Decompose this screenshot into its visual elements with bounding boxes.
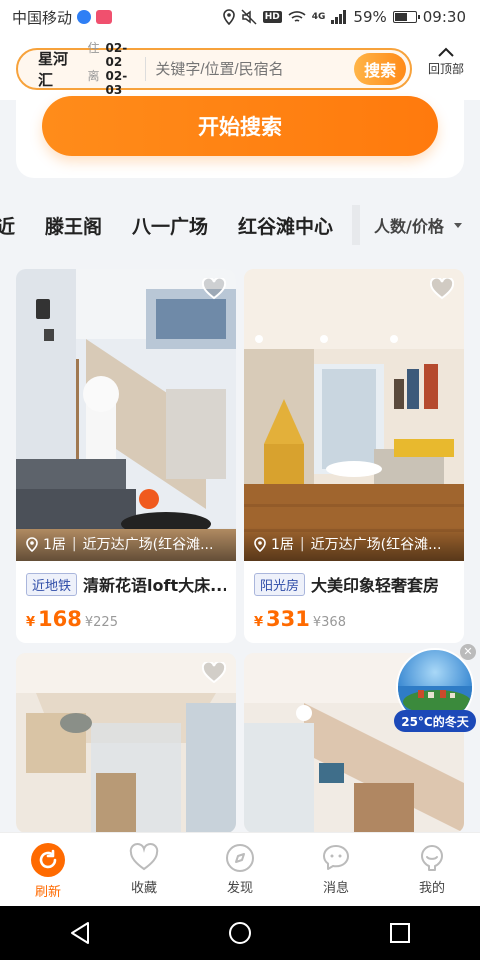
listing-location: 1居 | 近万达广场(红谷滩... [244,527,464,561]
guests-price-filter[interactable]: 人数/价格 [374,213,462,237]
room-count: 1居 [271,537,294,553]
compass-icon [226,844,254,872]
search-bar: 星河汇 住 02-02 离 02-03 搜索 [16,41,412,97]
back-icon[interactable] [69,921,91,945]
search-header: 星河汇 住 02-02 离 02-03 搜索 回顶部 [0,34,480,100]
currency-symbol: ¥ [254,615,264,630]
original-price: ¥368 [312,615,346,630]
nav-profile[interactable]: 我的 [384,833,480,906]
signal-icon [331,10,347,24]
location-icon [222,9,235,25]
listing-card[interactable] [16,653,236,833]
listing-info: 阳光房 大美印象轻奢套房 ¥ 331 ¥368 [244,561,464,643]
favorite-heart-icon[interactable] [430,278,454,300]
promo-label: 25°C的冬天 [394,710,476,732]
divider [144,57,146,81]
network-type: 4G [311,12,326,22]
original-price: ¥225 [84,615,118,630]
bottom-nav: 刷新 收藏 发现 消息 我的 [0,832,480,906]
filter-label: 人数/价格 [374,217,444,236]
recent-apps-icon[interactable] [389,922,411,944]
listing-card[interactable]: 1居 | 近万达广场(红谷滩... 阳光房 大美印象轻奢套房 ¥ 331 ¥36… [244,269,464,643]
dropdown-arrow-icon [453,222,462,228]
tab-honggutan-center[interactable]: 红谷滩中心 [238,212,333,239]
back-to-top-button[interactable]: 回顶部 [422,42,470,77]
chevron-up-icon [438,47,454,57]
battery-percent: 59% [353,8,387,26]
nav-messages[interactable]: 消息 [288,833,384,906]
status-bar: 中国移动 HD 4G 59% 09:30 [0,0,480,34]
tab-bayi-square[interactable]: 八一广场 [132,212,208,239]
listing-price: 331 [266,607,310,631]
tabs-fade [352,205,360,245]
search-button[interactable]: 搜索 [354,53,406,85]
listing-tag: 近地铁 [26,572,78,596]
profile-icon [421,845,443,871]
tab-tengwang-pavilion[interactable]: 滕王阁 [45,212,102,239]
currency-symbol: ¥ [26,615,36,630]
listing-tag: 阳光房 [254,572,306,596]
tab-nearby[interactable]: 近 [0,212,15,239]
location-text: 近万达广场(红谷滩... [310,537,442,553]
nav-label: 刷新 [34,885,61,900]
app-notification-icon [96,10,113,24]
location-pin-icon [254,536,266,552]
separator: | [299,536,305,552]
area-tabs: 近 滕王阁 八一广场 红谷滩中心 [0,212,352,239]
separator: | [71,536,77,552]
listing-info: 近地铁 清新花语loft大床... ¥ 168 ¥225 [16,561,236,643]
suite-room-image [244,269,464,561]
home-icon[interactable] [228,921,252,945]
listing-photo: 1居 | 近万达广场(红谷滩... [16,269,236,561]
nav-refresh[interactable]: 刷新 [0,833,96,906]
heart-icon [129,843,159,871]
chat-icon [323,845,349,870]
nav-label: 消息 [322,881,349,896]
nav-discover[interactable]: 发现 [192,833,288,906]
city-selector[interactable]: 星河汇 [38,48,76,90]
listing-title: 清新花语loft大床... [83,576,226,595]
carrier-label: 中国移动 [12,8,73,27]
location-text: 近万达广场(红谷滩... [82,537,214,553]
listing-card[interactable]: 1居 | 近万达广场(红谷滩... 近地铁 清新花语loft大床... ¥ 16… [16,269,236,643]
nav-favorites[interactable]: 收藏 [96,833,192,906]
loft-room-image [16,269,236,561]
checkout-label: 离 [87,69,100,83]
listing-photo [16,653,236,833]
notification-icon [77,10,92,24]
checkin-label: 住 [87,41,100,55]
room-count: 1居 [43,537,66,553]
mute-icon [241,9,257,25]
system-nav-bar [0,906,480,960]
nav-label: 收藏 [130,881,157,896]
start-search-button[interactable]: 开始搜索 [42,96,438,156]
nav-label: 我的 [418,881,445,896]
listing-photo: 1居 | 近万达广场(红谷滩... [244,269,464,561]
location-pin-icon [26,536,38,552]
checkout-date: 02-03 [105,69,128,97]
favorite-heart-icon[interactable] [202,662,226,684]
clock: 09:30 [422,8,466,26]
wifi-icon [288,11,306,22]
favorite-heart-icon[interactable] [202,278,226,300]
close-icon[interactable]: ✕ [460,644,476,660]
back-to-top-label: 回顶部 [427,62,464,76]
date-selector[interactable]: 住 02-02 离 02-03 [88,41,135,97]
area-tabs-row: 近 滕王阁 八一广场 红谷滩中心 人数/价格 [0,196,480,254]
refresh-icon [31,843,65,877]
battery-icon [392,11,420,23]
checkin-date: 02-02 [105,41,128,69]
nav-label: 发现 [226,881,253,896]
listing-location: 1居 | 近万达广场(红谷滩... [16,527,236,561]
listing-title: 大美印象轻奢套房 [311,576,440,595]
hd-icon: HD [262,11,282,23]
listing-price: 168 [38,607,82,631]
promo-widget[interactable]: 25°C的冬天 ✕ [394,644,476,736]
keyword-search-input[interactable] [155,60,355,78]
